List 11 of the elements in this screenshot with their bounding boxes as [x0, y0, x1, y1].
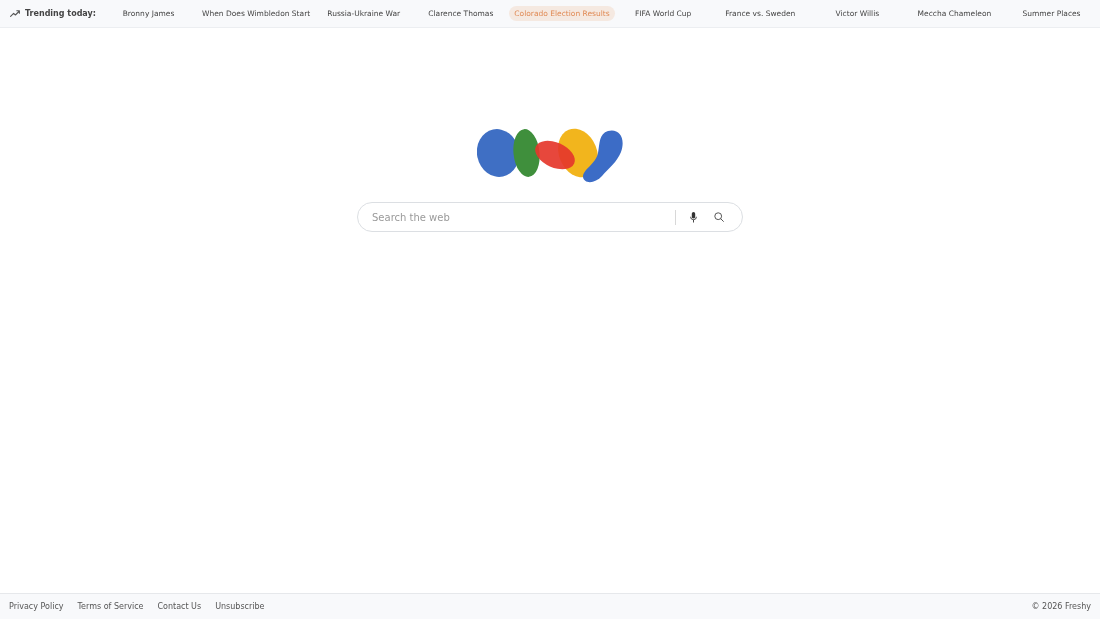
- microphone-icon[interactable]: [689, 211, 698, 223]
- search-icon[interactable]: [714, 212, 724, 222]
- footer-link[interactable]: Contact Us: [157, 600, 202, 613]
- footer-link[interactable]: Terms of Service: [77, 600, 144, 613]
- trending-up-icon: [10, 10, 20, 17]
- copyright-text: © 2026 Freshy: [1031, 600, 1091, 613]
- trending-label: Trending today:: [25, 7, 96, 20]
- footer-link[interactable]: Unsubscribe: [215, 600, 265, 613]
- footer-link[interactable]: Privacy Policy: [9, 600, 64, 613]
- search-field[interactable]: Search the web: [357, 202, 743, 232]
- search-input[interactable]: Search the web: [372, 207, 667, 227]
